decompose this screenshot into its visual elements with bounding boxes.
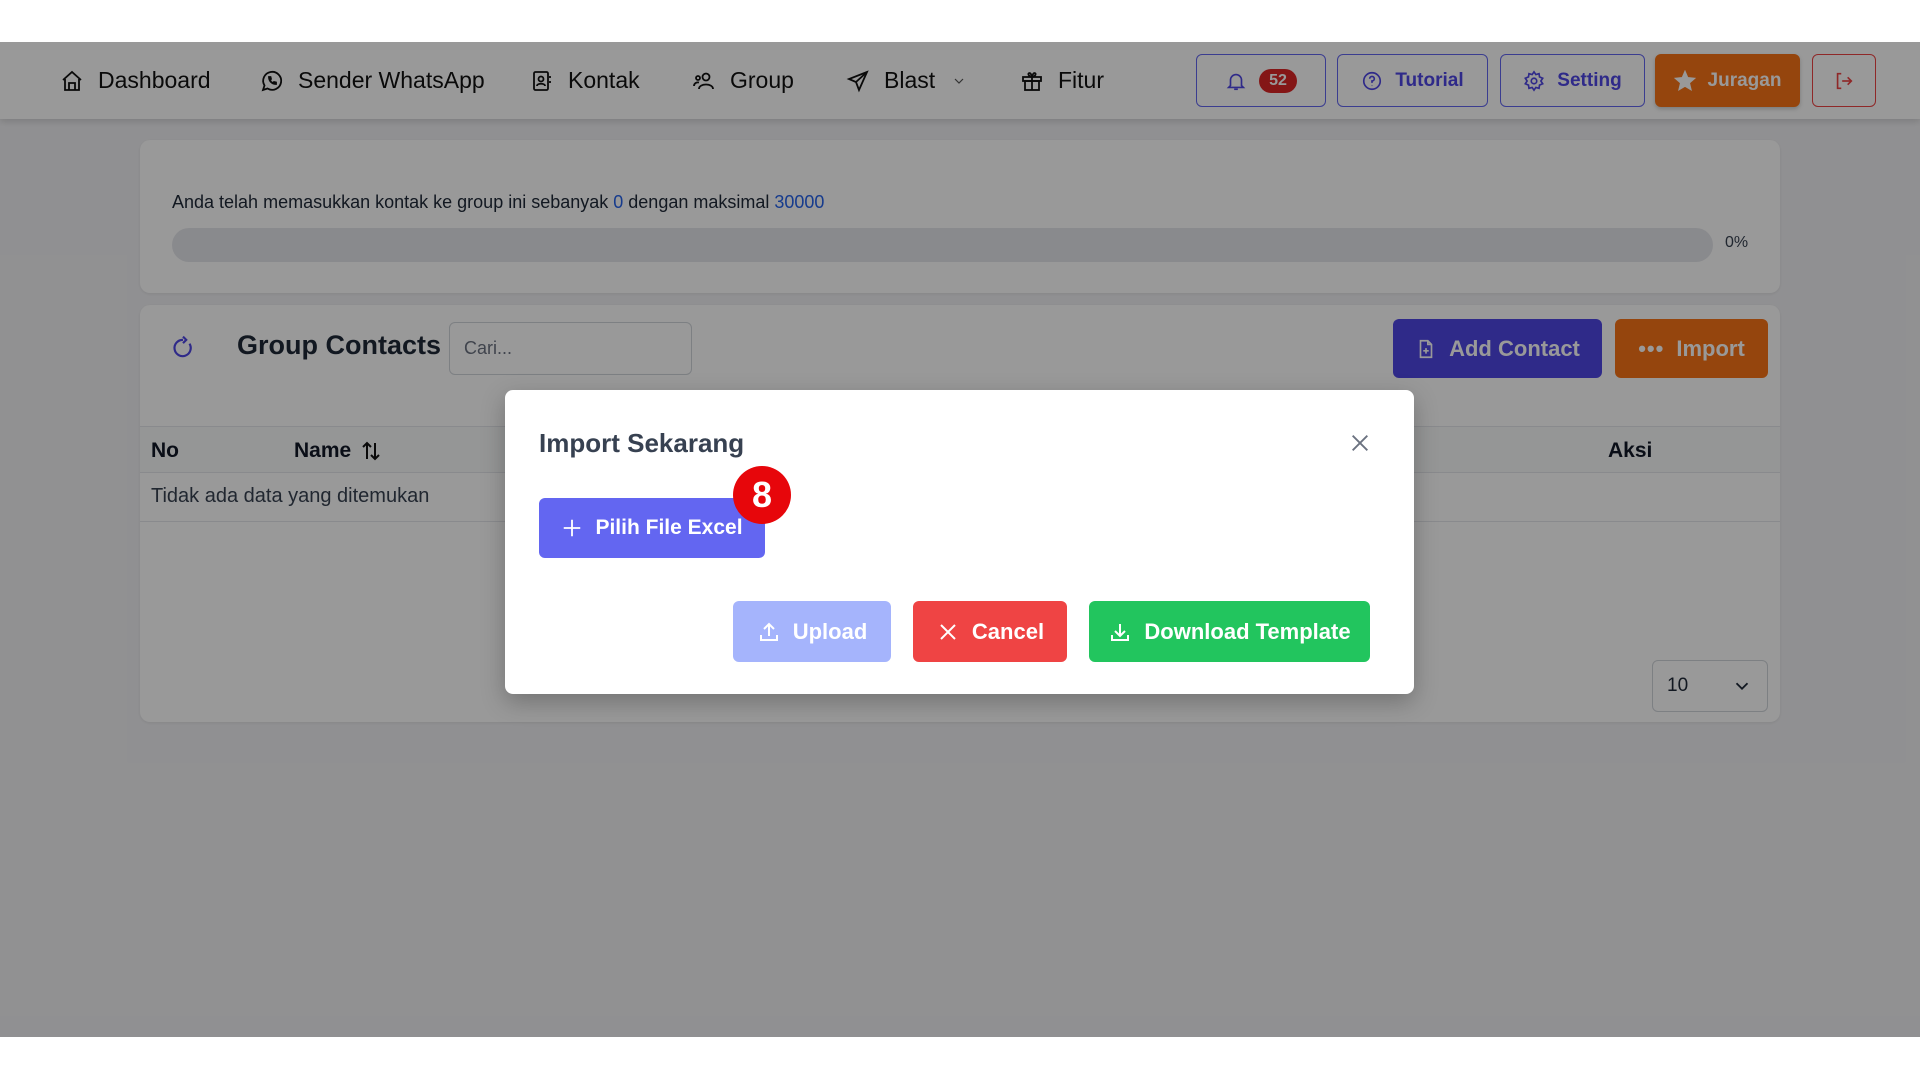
upload-button[interactable]: Upload: [733, 601, 891, 662]
plus-icon: [564, 519, 581, 537]
upload-icon: [759, 622, 778, 641]
download-template-button[interactable]: Download Template: [1089, 601, 1370, 662]
download-icon: [1111, 623, 1130, 641]
modal-title: Import Sekarang: [539, 428, 745, 458]
cancel-label: Cancel: [971, 618, 1045, 644]
upload-label: Upload: [792, 618, 868, 644]
close-icon: [1352, 435, 1368, 451]
close-icon: [940, 623, 956, 640]
import-modal: Import Sekarang Pilih File Excel 8 Uploa…: [505, 390, 1414, 694]
pick-excel-file-button[interactable]: Pilih File Excel: [539, 498, 765, 558]
cancel-button[interactable]: Cancel: [913, 601, 1067, 662]
modal-close-button[interactable]: [1345, 428, 1375, 458]
app-viewport: Dashboard Sender WhatsApp Kontak Group B…: [0, 42, 1920, 1037]
step-number-badge: 8: [733, 466, 791, 524]
pick-excel-file-label: Pilih File Excel: [595, 516, 743, 539]
download-template-label: Download Template: [1144, 618, 1351, 644]
